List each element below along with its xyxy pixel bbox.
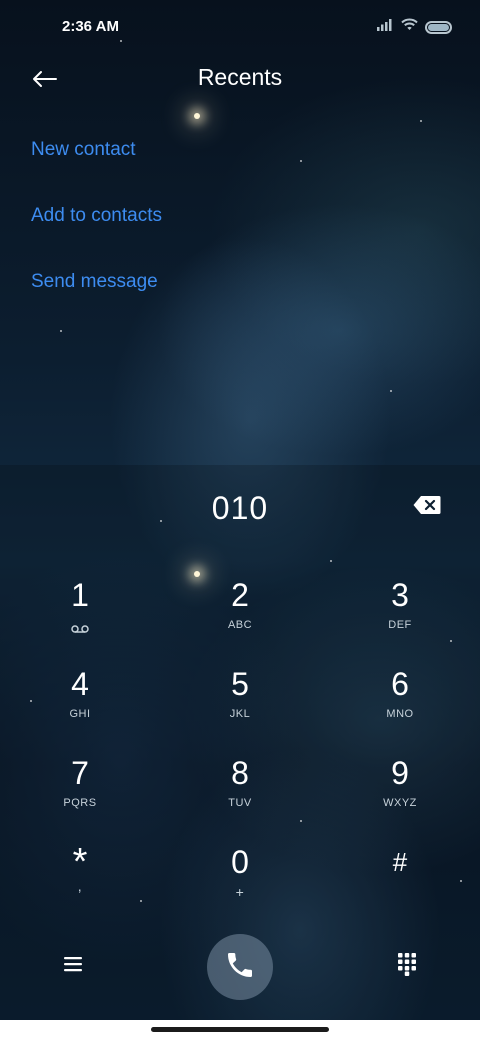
wallpaper-speck [390, 390, 392, 392]
battery-icon [425, 20, 452, 34]
back-button[interactable] [26, 66, 62, 96]
key-3[interactable]: 3 DEF [340, 572, 460, 652]
backspace-button[interactable] [410, 494, 444, 520]
wallpaper-speck [300, 160, 302, 162]
key-digit: 8 [231, 755, 249, 791]
key-digit: 6 [391, 666, 409, 702]
wallpaper-speck [330, 560, 332, 562]
phone-icon [224, 949, 256, 986]
key-digit: 2 [231, 577, 249, 613]
key-letters: PQRS [63, 797, 97, 809]
dialpad-icon [397, 952, 417, 981]
key-digit: # [392, 847, 408, 877]
signal-icon [377, 18, 394, 36]
key-4[interactable]: 4 GHI [20, 661, 140, 741]
key-digit: 4 [71, 666, 89, 702]
wifi-icon [401, 18, 418, 36]
key-5[interactable]: 5 JKL [180, 661, 300, 741]
page-title: Recents [197, 64, 283, 90]
key-letters: JKL [229, 708, 251, 720]
key-2[interactable]: 2 ABC [180, 572, 300, 652]
key-8[interactable]: 8 TUV [180, 750, 300, 830]
new-contact-link[interactable]: New contact [31, 139, 136, 161]
navigation-bar [0, 1020, 480, 1040]
wallpaper-speck [140, 900, 142, 902]
key-letters: TUV [228, 797, 252, 809]
key-letters: , [77, 878, 83, 894]
key-hash[interactable]: # [340, 839, 460, 919]
key-letters: ABC [227, 619, 253, 631]
wallpaper-star [194, 113, 200, 119]
key-digit: 5 [231, 666, 249, 702]
key-digit: 7 [71, 755, 89, 791]
wallpaper-speck [300, 820, 302, 822]
key-letters: DEF [388, 619, 412, 631]
battery-level [428, 23, 449, 31]
send-message-link[interactable]: Send message [31, 271, 158, 293]
status-bar: 2:36 AM [0, 0, 480, 56]
backspace-icon [413, 495, 441, 520]
key-digit: 1 [71, 577, 89, 613]
menu-button[interactable] [58, 952, 88, 980]
dialer-screen: 2:36 AM Recents New contact Add to conta… [0, 0, 480, 1020]
home-indicator[interactable] [151, 1027, 329, 1032]
status-icons [377, 18, 452, 36]
key-digit: 3 [391, 577, 409, 613]
key-letters: GHI [69, 708, 91, 720]
key-digit: 9 [391, 755, 409, 791]
key-letters: + [235, 884, 245, 900]
dialed-number[interactable]: 010 [140, 490, 340, 527]
key-letters: WXYZ [383, 797, 417, 809]
key-1[interactable]: 1 [20, 572, 140, 652]
back-arrow-icon [31, 70, 57, 93]
key-6[interactable]: 6 MNO [340, 661, 460, 741]
key-digit: 0 [231, 844, 249, 880]
wallpaper-speck [420, 120, 422, 122]
voicemail-icon [71, 620, 89, 638]
keypad-toggle-button[interactable] [393, 950, 421, 982]
wallpaper-speck [460, 880, 462, 882]
add-to-contacts-link[interactable]: Add to contacts [31, 205, 162, 227]
key-star[interactable]: * , [20, 839, 140, 919]
status-time: 2:36 AM [62, 18, 119, 35]
key-0[interactable]: 0 + [180, 839, 300, 919]
key-letters: MNO [386, 708, 414, 720]
wallpaper-speck [60, 330, 62, 332]
key-7[interactable]: 7 PQRS [20, 750, 140, 830]
menu-icon [63, 956, 83, 977]
key-9[interactable]: 9 WXYZ [340, 750, 460, 830]
call-button[interactable] [207, 934, 273, 1000]
